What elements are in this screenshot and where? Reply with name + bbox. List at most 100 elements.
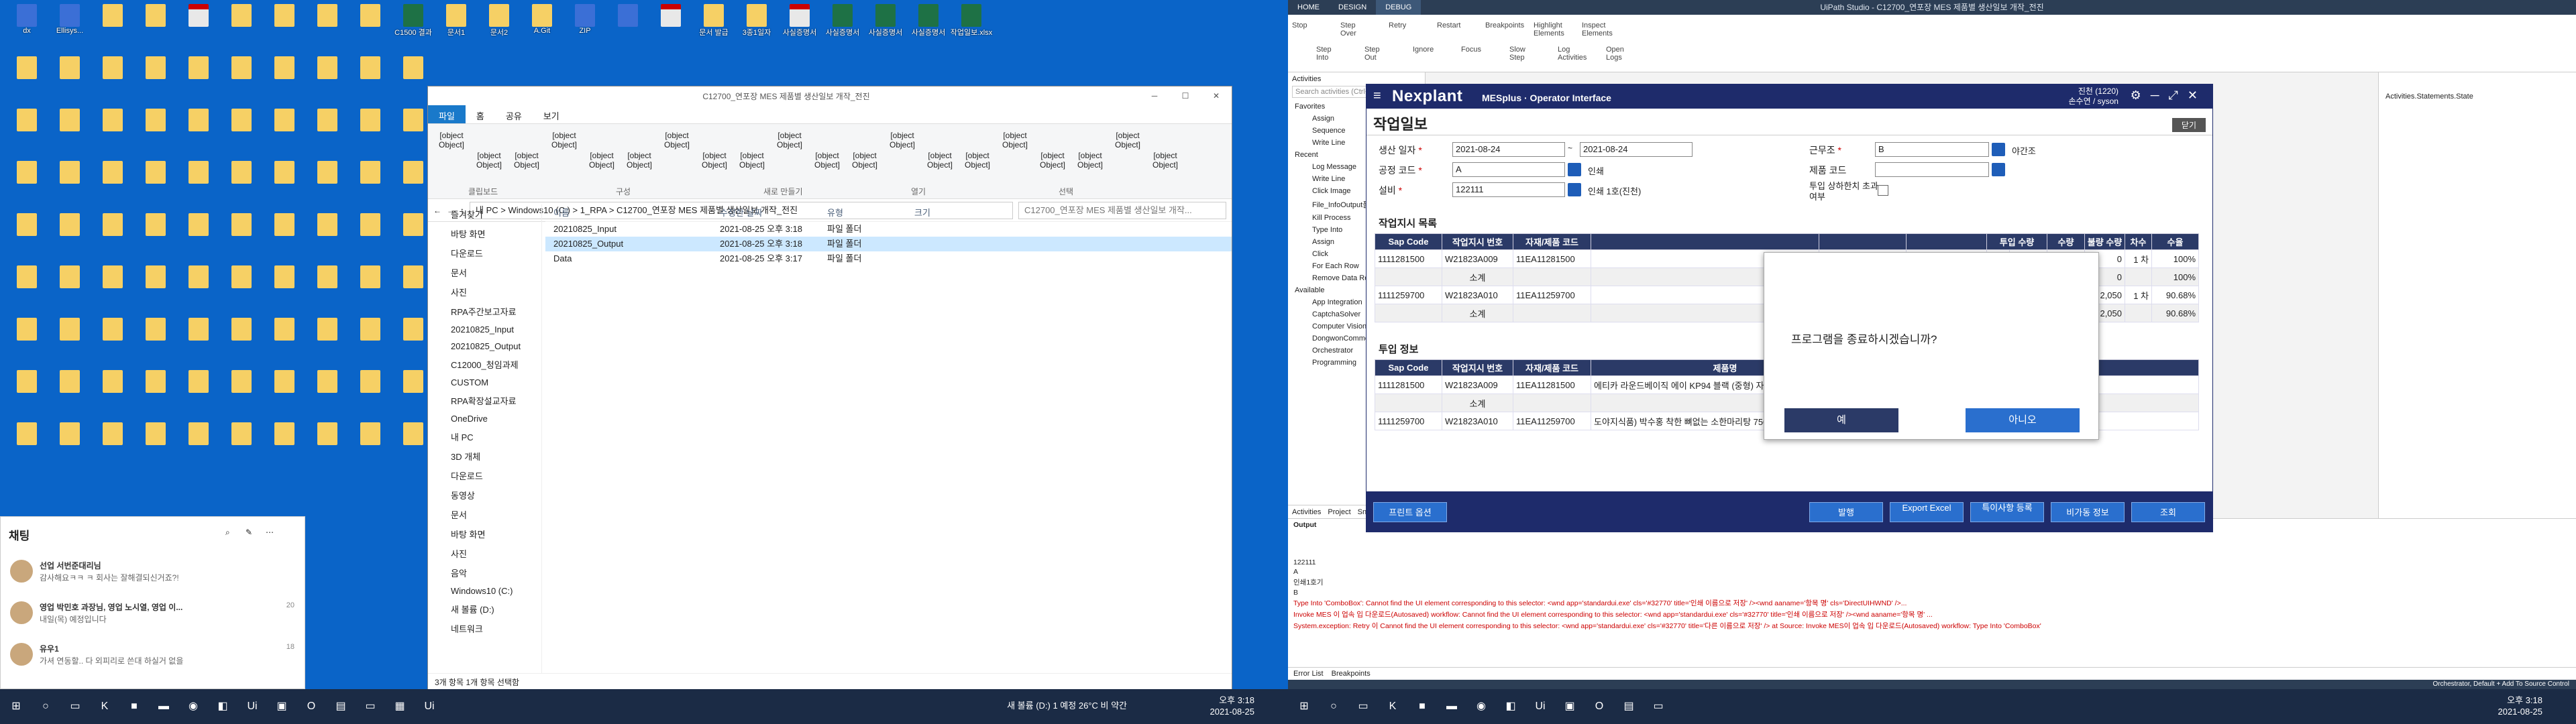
ribbon-button[interactable]: [object Object] <box>1072 151 1108 170</box>
ribbon-button[interactable]: [object Object] <box>922 151 958 170</box>
desktop-icon[interactable] <box>349 370 392 417</box>
shift-field[interactable]: B <box>1875 142 1989 157</box>
explorer-tab-3[interactable]: 보기 <box>533 105 570 123</box>
ribbon-button[interactable]: [object Object] <box>508 151 545 170</box>
desktop-icon[interactable] <box>306 161 349 208</box>
desktop-icon[interactable] <box>91 265 134 312</box>
desktop-icon[interactable] <box>5 422 48 469</box>
debug-ribbon-button[interactable]: Restart <box>1437 21 1461 29</box>
debug-ribbon-button[interactable]: Step Into <box>1316 46 1340 62</box>
equipment-lookup-button[interactable] <box>1568 183 1581 196</box>
desktop-icon[interactable] <box>5 161 48 208</box>
ribbon-button[interactable]: [object Object] <box>546 131 582 149</box>
column-header[interactable]: 이름 <box>545 204 720 221</box>
app-icon[interactable]: ▤ <box>330 696 352 717</box>
col-work-order[interactable]: 작업지시 번호 <box>1442 233 1513 250</box>
grid2-column-header[interactable]: 작업지시 번호 <box>1442 359 1513 376</box>
gear-icon[interactable]: ⚙ <box>2131 88 2151 102</box>
desktop-icon[interactable] <box>606 4 649 51</box>
uipath-icon[interactable]: Ui <box>241 696 263 717</box>
file-explorer-icon[interactable]: ▬ <box>153 696 174 717</box>
product-code-field[interactable] <box>1875 162 1989 177</box>
ribbon-button[interactable]: [object Object] <box>884 131 920 149</box>
desktop-icon[interactable] <box>91 422 134 469</box>
desktop-icon[interactable] <box>5 109 48 156</box>
desktop-icon[interactable]: Ellisys... <box>48 4 91 51</box>
app-icon[interactable]: ▦ <box>389 696 411 717</box>
desktop-icon[interactable] <box>306 422 349 469</box>
desktop-icon[interactable] <box>134 109 177 156</box>
uipath-tab-design[interactable]: DESIGN <box>1329 0 1376 15</box>
desktop-icon[interactable] <box>134 422 177 469</box>
desktop-icon[interactable] <box>306 56 349 103</box>
desktop-icon[interactable] <box>134 4 177 51</box>
search-icon[interactable]: ○ <box>35 696 56 717</box>
desktop-icon[interactable] <box>220 109 263 156</box>
desktop-icon[interactable] <box>220 213 263 260</box>
desktop-icon[interactable] <box>306 318 349 365</box>
desktop-icon[interactable] <box>349 422 392 469</box>
debug-ribbon-button[interactable]: Highlight Elements <box>1534 21 1564 38</box>
desktop-icon[interactable]: ZIP <box>564 4 606 51</box>
debug-ribbon-button[interactable]: Focus <box>1461 46 1485 54</box>
desktop-icon[interactable] <box>263 56 306 103</box>
task-view-icon[interactable]: ▭ <box>64 696 86 717</box>
menu-icon[interactable]: ≡ <box>1373 88 1381 104</box>
nav-item[interactable]: 문서 <box>428 263 541 282</box>
nav-item[interactable]: 다운로드 <box>428 243 541 263</box>
folder-icon[interactable]: ▭ <box>1648 696 1669 717</box>
file-explorer-icon[interactable]: ▬ <box>1441 696 1462 717</box>
nav-item[interactable]: 사진 <box>428 544 541 563</box>
desktop-icon[interactable] <box>134 56 177 103</box>
desktop-icon[interactable] <box>91 4 134 51</box>
process-lookup-button[interactable] <box>1568 163 1581 176</box>
windows-start-icon[interactable]: ⊞ <box>5 696 27 717</box>
col-defect-qty[interactable]: 불량 수량 <box>2084 233 2126 250</box>
more-icon[interactable]: ⋯ <box>266 528 274 537</box>
file-row[interactable]: 20210825_Output 2021-08-25 오후 3:18 파일 폴더 <box>545 237 1232 251</box>
desktop-icon[interactable]: 문서 발급 <box>692 4 735 51</box>
status-tab[interactable]: Breakpoints <box>1332 670 1371 678</box>
desktop-icon[interactable] <box>306 213 349 260</box>
desktop-icon[interactable] <box>177 56 220 103</box>
debug-ribbon-button[interactable]: Stop <box>1292 21 1316 29</box>
app-icon[interactable]: ▣ <box>271 696 292 717</box>
close-icon[interactable]: ✕ <box>2188 88 2207 102</box>
desktop-icon[interactable] <box>134 213 177 260</box>
minimize-icon[interactable]: ─ <box>1139 91 1170 101</box>
outlook-icon[interactable]: O <box>301 696 322 717</box>
debug-ribbon-button[interactable]: Breakpoints <box>1485 21 1524 29</box>
desktop-icon[interactable] <box>306 4 349 51</box>
desktop-icon[interactable]: 3종1일자 <box>735 4 778 51</box>
app-icon[interactable]: ■ <box>1411 696 1433 717</box>
desktop-icon[interactable] <box>263 318 306 365</box>
over-limit-checkbox[interactable] <box>1878 185 1888 196</box>
desktop-icon[interactable] <box>177 265 220 312</box>
col-seq[interactable]: 차수 <box>2125 233 2153 250</box>
activities-tab[interactable]: Activities <box>1292 505 1321 518</box>
nav-item[interactable]: 다운로드 <box>428 466 541 485</box>
desktop-icon[interactable] <box>91 56 134 103</box>
desktop-icon[interactable] <box>91 318 134 365</box>
nav-item[interactable]: 20210825_Input <box>428 321 541 338</box>
new-chat-icon[interactable]: ✎ <box>246 528 252 537</box>
desktop-icon[interactable] <box>220 422 263 469</box>
print-option-button[interactable]: 프린트 옵션 <box>1373 502 1447 522</box>
desktop-icon[interactable] <box>177 109 220 156</box>
desktop-icon[interactable] <box>5 56 48 103</box>
nav-item[interactable]: OneDrive <box>428 410 541 427</box>
clock[interactable]: 오후 3:18 2021-08-25 <box>2498 695 2543 717</box>
desktop-icon[interactable] <box>5 318 48 365</box>
desktop-icon[interactable] <box>134 265 177 312</box>
desktop-icon[interactable] <box>263 422 306 469</box>
ribbon-button[interactable]: [object Object] <box>997 131 1033 149</box>
explorer-tab-0[interactable]: 파일 <box>428 105 466 123</box>
desktop-icon[interactable] <box>91 213 134 260</box>
ribbon-button[interactable]: [object Object] <box>433 131 470 149</box>
equipment-field[interactable]: 122111 <box>1452 182 1565 197</box>
search-icon[interactable]: ⌕ <box>225 528 230 538</box>
desktop-icon[interactable] <box>349 161 392 208</box>
desktop-icon[interactable] <box>134 161 177 208</box>
nav-item[interactable]: 음악 <box>428 563 541 583</box>
shift-lookup-button[interactable] <box>1992 143 2005 156</box>
